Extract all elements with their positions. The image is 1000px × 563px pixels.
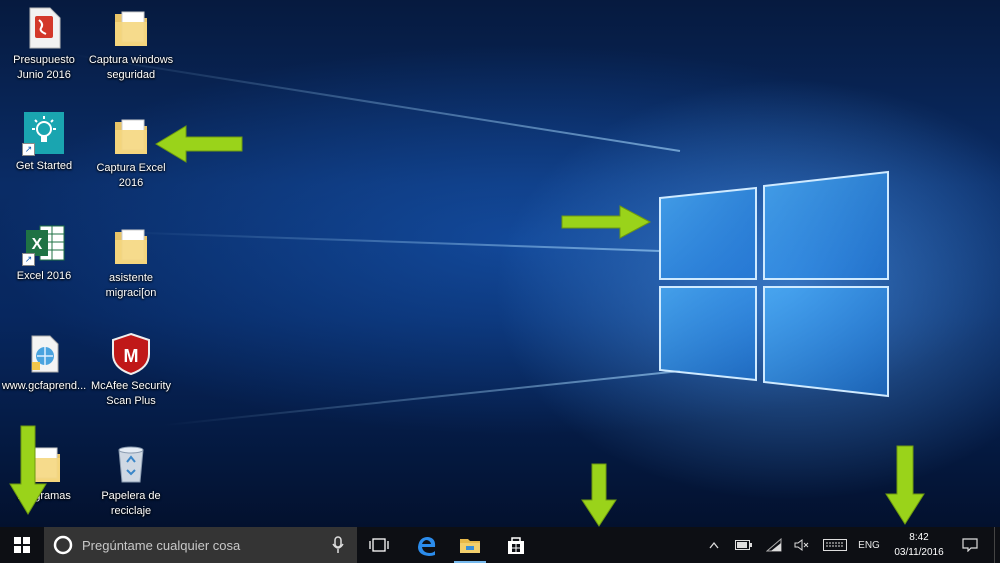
clock-time: 8:42 — [909, 532, 929, 543]
start-button[interactable] — [0, 527, 44, 563]
folder-icon — [109, 224, 153, 268]
svg-text:M: M — [124, 346, 139, 366]
shortcut-arrow-icon: ↗ — [22, 143, 35, 156]
microphone-icon[interactable] — [331, 536, 345, 554]
desktop-wallpaper: Presupuesto Junio 2016 Captura windows s… — [0, 0, 1000, 527]
icon-label: asistente migraci[on — [105, 272, 157, 299]
icon-gcfaprende[interactable]: www.gcfaprend... — [0, 332, 88, 394]
store-button[interactable] — [496, 527, 536, 563]
show-desktop-button[interactable] — [994, 527, 1000, 563]
chevron-up-icon — [709, 541, 719, 549]
task-view-icon — [369, 538, 389, 552]
language-button[interactable]: ENG — [854, 527, 884, 563]
network-button[interactable] — [762, 527, 786, 563]
battery-button[interactable] — [732, 527, 756, 563]
touch-keyboard-button[interactable] — [820, 527, 850, 563]
store-icon — [508, 537, 524, 554]
shortcut-arrow-icon: ↗ — [22, 253, 35, 266]
edge-button[interactable] — [406, 527, 446, 563]
show-hidden-icons-button[interactable] — [704, 527, 724, 563]
action-center-button[interactable] — [958, 527, 982, 563]
annotation-arrow-left — [155, 125, 243, 163]
notification-icon — [962, 538, 978, 552]
file-explorer-icon — [460, 539, 480, 553]
wifi-icon — [766, 538, 782, 552]
taskbar: Pregúntame cualquier cosa ENG 8:42 03/11… — [0, 527, 1000, 563]
clock-date: 03/11/2016 — [894, 547, 944, 558]
cortana-circle-icon — [53, 535, 73, 555]
search-placeholder: Pregúntame cualquier cosa — [82, 537, 241, 553]
icon-presupuesto[interactable]: Presupuesto Junio 2016 — [0, 6, 88, 83]
volume-muted-icon — [794, 539, 809, 551]
icon-label: Captura Excel 2016 — [96, 162, 166, 189]
icon-asistente[interactable]: asistente migraci[on — [87, 224, 175, 301]
icon-label: McAfee Security Scan Plus — [90, 380, 172, 407]
language-indicator: ENG — [858, 539, 880, 551]
clock-button[interactable]: 8:42 03/11/2016 — [882, 527, 956, 563]
icon-excel-2016[interactable]: X ↗ Excel 2016 — [0, 222, 88, 284]
annotation-arrow-down-clock — [885, 445, 925, 525]
task-view-button[interactable] — [360, 527, 398, 563]
svg-text:X: X — [32, 236, 43, 253]
excel-icon: X ↗ — [22, 222, 66, 266]
annotation-arrow-down-taskbar — [581, 463, 617, 527]
keyboard-icon — [823, 539, 847, 551]
recycle-bin-icon — [109, 442, 153, 486]
annotation-arrow-down-start — [9, 425, 47, 515]
icon-label: Presupuesto Junio 2016 — [13, 54, 75, 81]
windows-start-icon — [14, 537, 30, 553]
icon-label: Get Started — [15, 160, 73, 172]
icon-papelera[interactable]: Papelera de reciclaje — [87, 442, 175, 519]
lightbulb-icon: ↗ — [22, 112, 66, 156]
icon-label: Captura windows seguridad — [88, 54, 174, 81]
battery-icon — [735, 540, 752, 550]
icon-label: Excel 2016 — [16, 270, 72, 282]
mcafee-shield-icon: M — [109, 332, 153, 376]
icon-get-started[interactable]: ↗ Get Started — [0, 112, 88, 174]
annotation-arrow-right — [561, 205, 652, 239]
web-file-icon — [22, 332, 66, 376]
icon-label: Papelera de reciclaje — [101, 490, 161, 517]
edge-icon — [418, 537, 436, 556]
pdf-document-icon — [22, 6, 66, 50]
icon-label: www.gcfaprend... — [1, 380, 87, 392]
folder-icon — [109, 6, 153, 50]
icon-mcafee[interactable]: M McAfee Security Scan Plus — [87, 332, 175, 409]
icon-captura-windows[interactable]: Captura windows seguridad — [87, 6, 175, 83]
folder-icon — [109, 114, 153, 158]
volume-button[interactable] — [790, 527, 814, 563]
file-explorer-button[interactable] — [450, 527, 490, 563]
cortana-search-box[interactable]: Pregúntame cualquier cosa — [44, 527, 357, 563]
